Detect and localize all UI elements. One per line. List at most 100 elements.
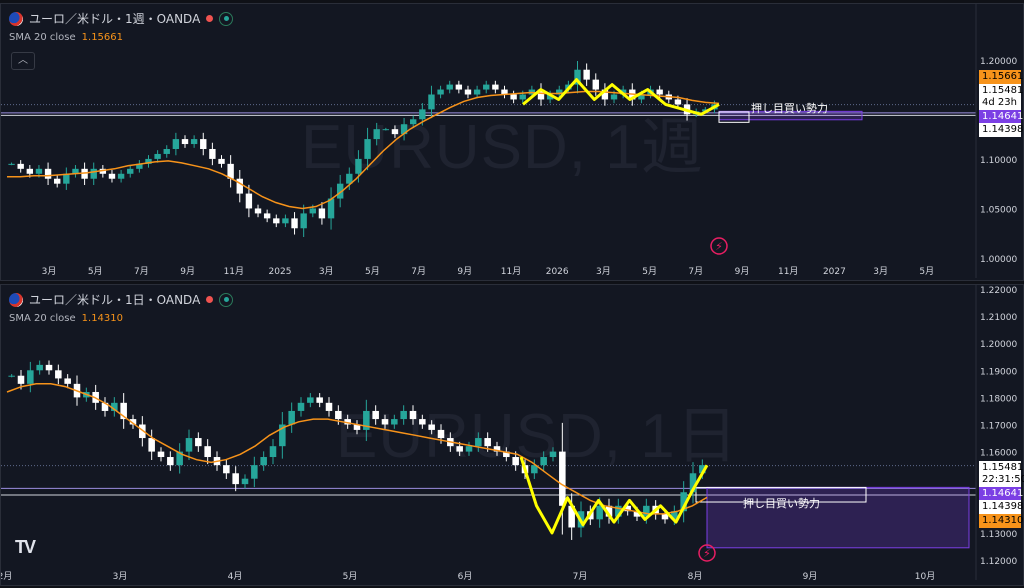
candle-body [300,213,307,229]
candle-body [260,457,267,466]
x-tick-label: 3月 [42,266,57,277]
market-status-dot-icon [206,15,214,22]
x-tick-label: 4月 [228,571,243,582]
candle-body [455,84,463,90]
candle-body [245,193,253,209]
candle-body [263,213,271,219]
candle-body [90,168,97,179]
candle-body [583,69,590,80]
x-tick-label: 2026 [546,267,569,277]
candle-body [325,402,333,411]
candle-body [108,173,116,179]
daily-zone-label: 押し目買い勢力 [743,497,820,510]
x-tick-label: 8月 [688,571,703,582]
daily-zone-top-tag: 1.14641 [979,487,1023,501]
x-tick-label: 9月 [457,266,472,277]
candle-body [17,163,24,169]
candle-body [464,89,472,95]
candle-body [610,94,618,100]
candle-body [512,457,519,466]
candle-body [223,465,230,474]
candle-body [475,438,482,447]
candle-body [154,153,161,159]
weekly-collapse-button[interactable]: ︿ [11,52,35,70]
weekly-countdown-tag: 4d 23h [979,96,1021,110]
weekly-zone-label: 押し目買い勢力 [751,102,828,115]
candle-body [674,99,682,105]
weekly-chart-svg[interactable]: 1.200001.150001.100001.050001.000003月5月7… [1,4,1023,280]
x-tick-label: 9月 [180,266,195,277]
candle-body [391,419,398,425]
y-tick-label: 1.18000 [980,394,1017,404]
weekly-chart-panel[interactable]: EURUSD, 1週 1.200001.150001.100001.050001… [0,3,1024,281]
candle-body [437,429,445,439]
candle-body [656,89,663,95]
x-tick-label: 2025 [269,267,292,277]
weekly-title[interactable]: ユーロ／米ドル・1週・OANDA [29,10,200,27]
x-tick-label: 5月 [88,266,103,277]
y-tick-label: 1.20000 [980,57,1017,67]
candle-body [269,446,277,458]
y-tick-label: 1.05000 [980,205,1017,215]
eurusd-flag-icon [9,292,23,307]
x-tick-label: 9月 [803,571,818,582]
candle-body [391,129,399,135]
candle-body [236,178,243,194]
candle-body [204,446,211,458]
x-tick-label: 3月 [113,571,128,582]
x-tick-label: 11月 [778,266,798,277]
tradingview-logo[interactable]: TV [15,537,36,558]
x-tick-label: 2月 [1,571,12,582]
daily-countdown-tag: 22:31:50 [979,473,1024,487]
candle-body [273,218,280,224]
candle-body [8,375,15,377]
candle-body [492,84,499,90]
x-tick-label: 5月 [642,266,657,277]
candle-body [373,129,380,140]
candle-body [127,168,134,174]
candle-body [297,402,305,411]
y-tick-label: 1.00000 [980,255,1017,265]
candle-body [473,89,481,95]
event-bolt-glyph: ⚡ [703,547,711,560]
x-tick-label: 9月 [735,266,750,277]
y-tick-label: 1.22000 [980,286,1017,296]
candle-body [45,364,53,371]
daily-zone-bot-tag: 1.14398 [979,500,1023,514]
candle-body [428,424,435,430]
candle-body [148,438,155,452]
candle-body [382,129,390,131]
candle-body [167,457,174,466]
x-tick-label: 3月 [596,266,611,277]
candle-body [26,168,34,174]
y-tick-label: 1.12000 [980,557,1017,567]
x-tick-label: 5月 [919,266,934,277]
y-tick-label: 1.20000 [980,340,1017,350]
candle-body [419,419,426,425]
candle-body [54,178,61,184]
daily-sma-value: 1.14310 [81,313,124,324]
x-tick-label: 5月 [343,571,358,582]
candle-body [596,505,603,520]
candle-body [510,94,517,100]
market-open-icon[interactable] [219,11,234,26]
candle-body [483,84,490,90]
x-tick-label: 5月 [365,266,380,277]
market-open-icon[interactable] [219,292,234,307]
daily-sma-legend[interactable]: SMA 20 close 1.14310 [9,313,123,324]
x-tick-label: 7月 [688,266,703,277]
x-tick-label: 7月 [573,571,588,582]
daily-chart-panel[interactable]: EURUSD, 1日 1.22000 1.21000 1.20000 1.19000 1… [0,284,1024,586]
daily-chart-svg[interactable]: 1.22000 1.21000 1.20000 1.19000 1.18000 1.170… [1,285,1023,585]
weekly-zone-top-tag: 1.14641 [979,110,1023,124]
daily-title[interactable]: ユーロ／米ドル・1日・OANDA [29,291,200,308]
weekly-sma-legend[interactable]: SMA 20 close 1.15661 [9,32,123,43]
weekly-sma-label: SMA 20 close [9,32,76,43]
candle-body [172,139,180,149]
candle-body [8,163,15,165]
y-tick-label: 1.19000 [980,367,1017,377]
candle-body [409,410,417,420]
candle-body [592,79,599,90]
x-tick-label: 6月 [458,571,473,582]
candle-body [157,451,165,458]
